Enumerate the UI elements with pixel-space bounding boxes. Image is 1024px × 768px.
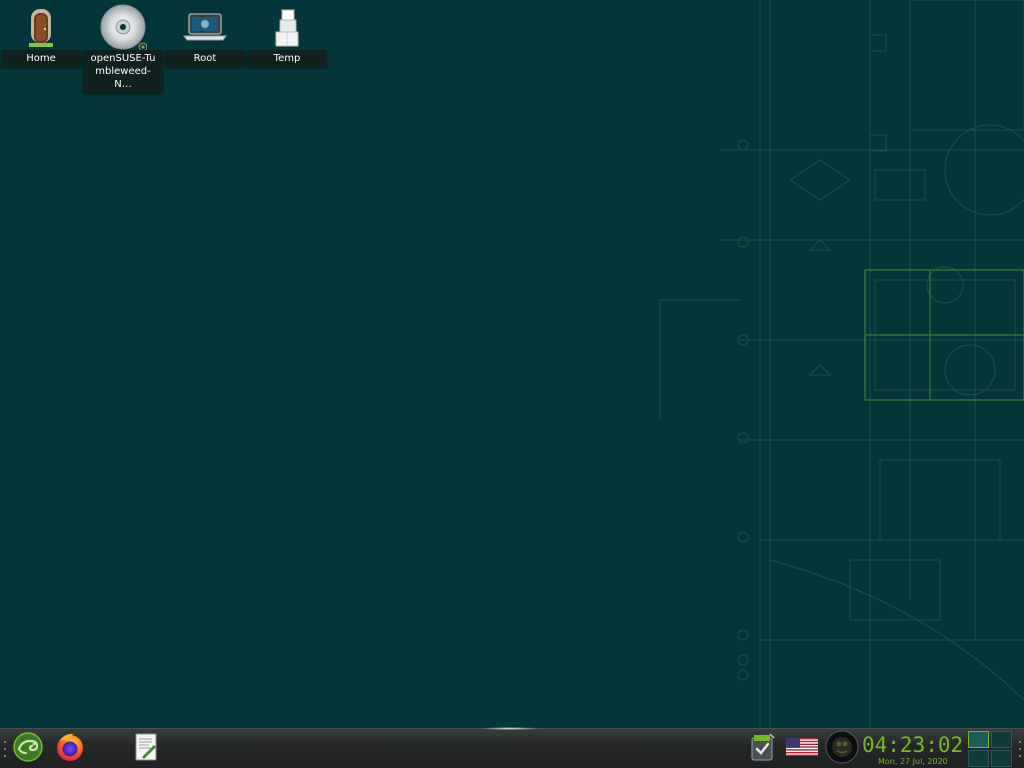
panel-highlight bbox=[480, 727, 540, 730]
desktop-icon-root[interactable]: Root bbox=[165, 4, 245, 67]
desktop-icon-temp[interactable]: Temp bbox=[247, 4, 327, 67]
us-flag-icon bbox=[786, 738, 818, 760]
firefox-launcher[interactable] bbox=[52, 731, 88, 767]
desktop-icon-label: Home bbox=[1, 50, 81, 67]
application-menu-button[interactable] bbox=[10, 731, 46, 767]
temp-boxes-icon bbox=[263, 4, 311, 50]
desktop-icon-label: Root bbox=[165, 50, 245, 67]
network-globe-icon bbox=[825, 730, 859, 768]
wallpaper-blueprint-art bbox=[659, 0, 1024, 728]
firefox-icon bbox=[54, 731, 86, 767]
pager-desktop-3[interactable] bbox=[968, 750, 989, 767]
desktop-icon-label: Temp bbox=[247, 50, 327, 67]
pager-desktop-4[interactable] bbox=[991, 750, 1012, 767]
pager-desktop-2[interactable] bbox=[991, 731, 1012, 748]
desktop[interactable]: Home openSUSE-Tumbleweed-N… Root Temp bbox=[0, 0, 1024, 728]
text-editor-launcher[interactable] bbox=[130, 731, 162, 767]
clock-date: Mon, 27 Jul, 2020 bbox=[878, 757, 948, 766]
pager-desktop-1[interactable] bbox=[968, 731, 989, 748]
home-door-icon bbox=[17, 4, 65, 50]
panel-left-handle[interactable] bbox=[3, 741, 6, 757]
update-checkmark-icon bbox=[748, 732, 776, 766]
optical-disc-icon bbox=[99, 4, 147, 51]
virtual-desktop-pager[interactable] bbox=[968, 731, 1012, 767]
panel-right-handle[interactable] bbox=[1018, 741, 1021, 757]
desktop-icon-label: openSUSE-Tumbleweed-N… bbox=[83, 50, 163, 93]
keyboard-layout-button[interactable] bbox=[784, 731, 820, 767]
desktop-icon-opensuse-dvd[interactable]: openSUSE-Tumbleweed-N… bbox=[83, 4, 163, 93]
taskbar-panel: 04:23:02 Mon, 27 Jul, 2020 bbox=[0, 727, 1024, 768]
network-tray-button[interactable] bbox=[824, 730, 860, 768]
updates-tray-button[interactable] bbox=[746, 731, 778, 767]
opensuse-gecko-icon bbox=[13, 732, 43, 766]
text-editor-icon bbox=[134, 733, 158, 765]
laptop-root-icon bbox=[181, 4, 229, 50]
desktop-icon-home[interactable]: Home bbox=[1, 4, 81, 67]
clock-time[interactable]: 04:23:02 bbox=[862, 732, 963, 758]
